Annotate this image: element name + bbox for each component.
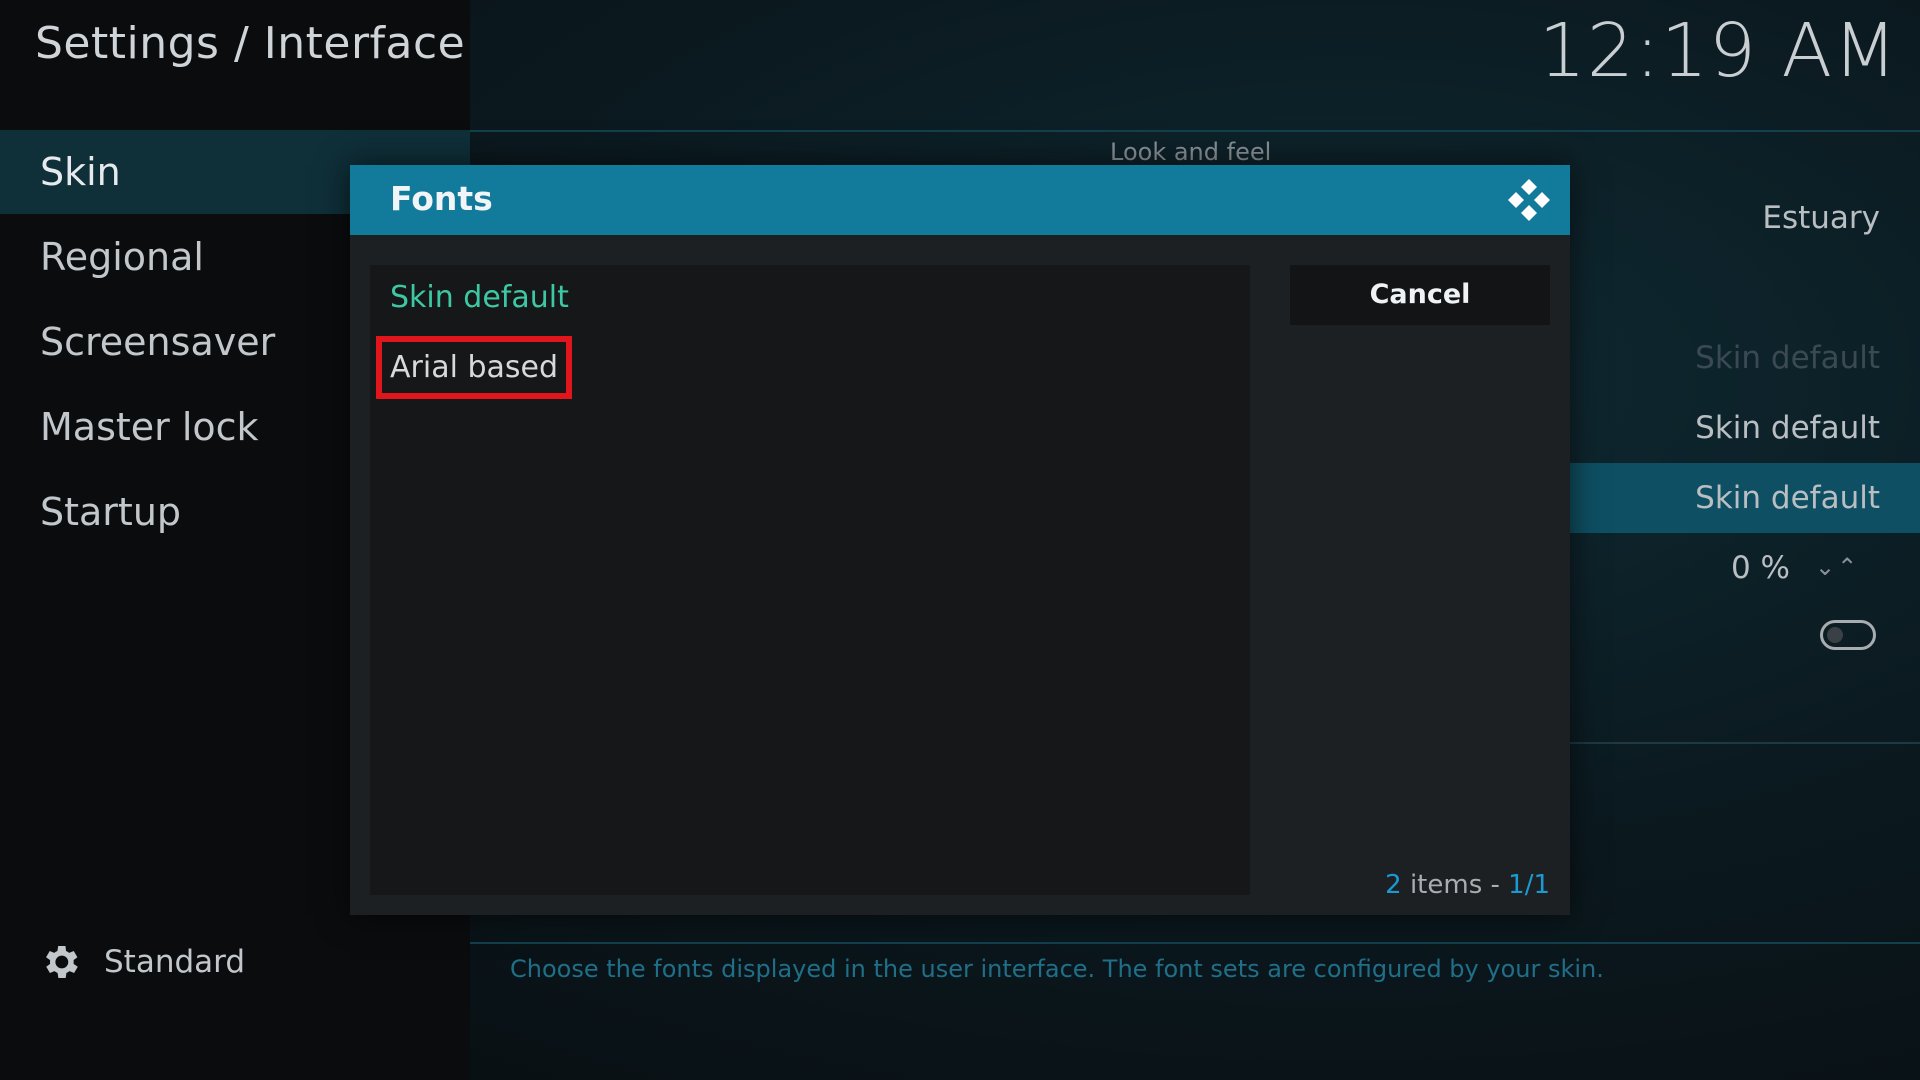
skin-value[interactable]: Estuary (1762, 200, 1880, 236)
font-list: Skin default Arial based (370, 265, 1250, 895)
toggle-switch[interactable] (1820, 620, 1876, 650)
page-title: Settings / Interface (35, 18, 466, 69)
toggle-knob (1827, 627, 1843, 643)
list-item-skin-default[interactable]: Skin default (390, 280, 569, 315)
right-divider (1570, 742, 1920, 744)
setting-description: Choose the fonts displayed in the user i… (510, 955, 1604, 983)
spin-arrows-icon[interactable]: ⌄⌃ (1815, 553, 1859, 581)
cancel-button[interactable]: Cancel (1290, 265, 1550, 325)
item-count-number: 2 (1385, 870, 1402, 900)
settings-level-button[interactable]: Standard (38, 940, 245, 984)
fonts-setting-value[interactable]: Skin default (1695, 480, 1880, 516)
item-count-label: items - (1401, 870, 1509, 900)
dialog-title: Fonts (390, 179, 493, 218)
fonts-dialog: Fonts Skin default Arial based Cancel 2 … (350, 165, 1570, 915)
kodi-logo-icon (1508, 179, 1550, 221)
list-item-arial-based[interactable]: Arial based (375, 336, 573, 399)
footer-divider (470, 942, 1920, 944)
clock: 12:19 AM (1538, 8, 1898, 94)
item-count: 2 items - 1/1 (1385, 870, 1550, 900)
setting-value-dim[interactable]: Skin default (1695, 340, 1880, 376)
item-count-page: 1/1 (1508, 870, 1550, 900)
dialog-header: Fonts (350, 165, 1570, 235)
gear-icon (46, 946, 78, 978)
header-divider (470, 130, 1920, 132)
setting-value[interactable]: Skin default (1695, 410, 1880, 446)
settings-level-label: Standard (104, 944, 246, 980)
section-label: Look and feel (1110, 138, 1272, 166)
zoom-value: 0 % (1730, 550, 1790, 586)
